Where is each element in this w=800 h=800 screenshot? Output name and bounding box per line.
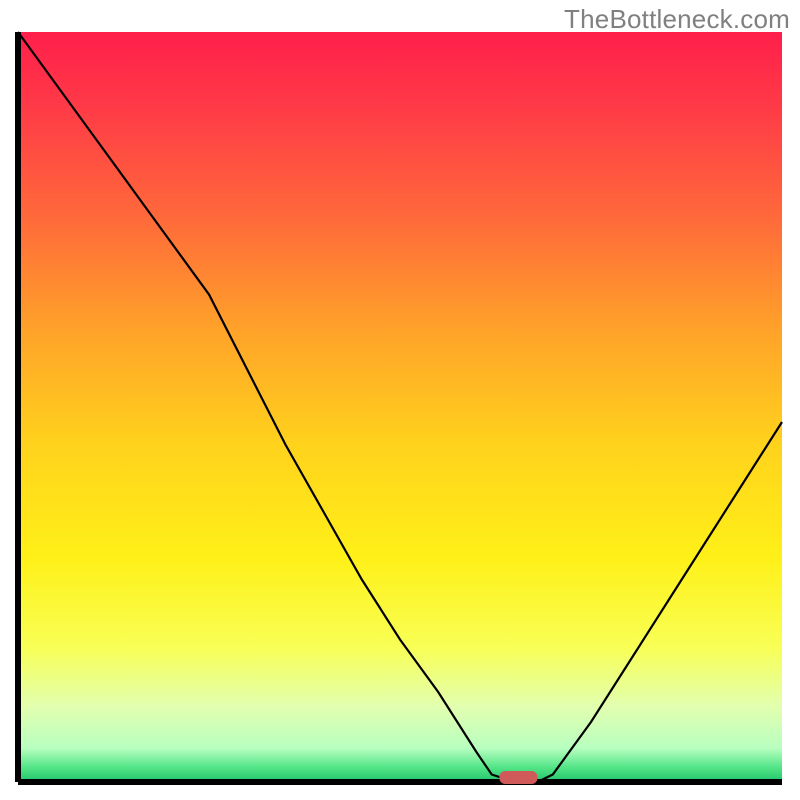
chart-canvas — [0, 0, 800, 800]
bottleneck-chart: TheBottleneck.com — [0, 0, 800, 800]
watermark-text: TheBottleneck.com — [564, 4, 790, 35]
optimal-marker — [499, 771, 537, 784]
plot-background — [18, 32, 782, 782]
